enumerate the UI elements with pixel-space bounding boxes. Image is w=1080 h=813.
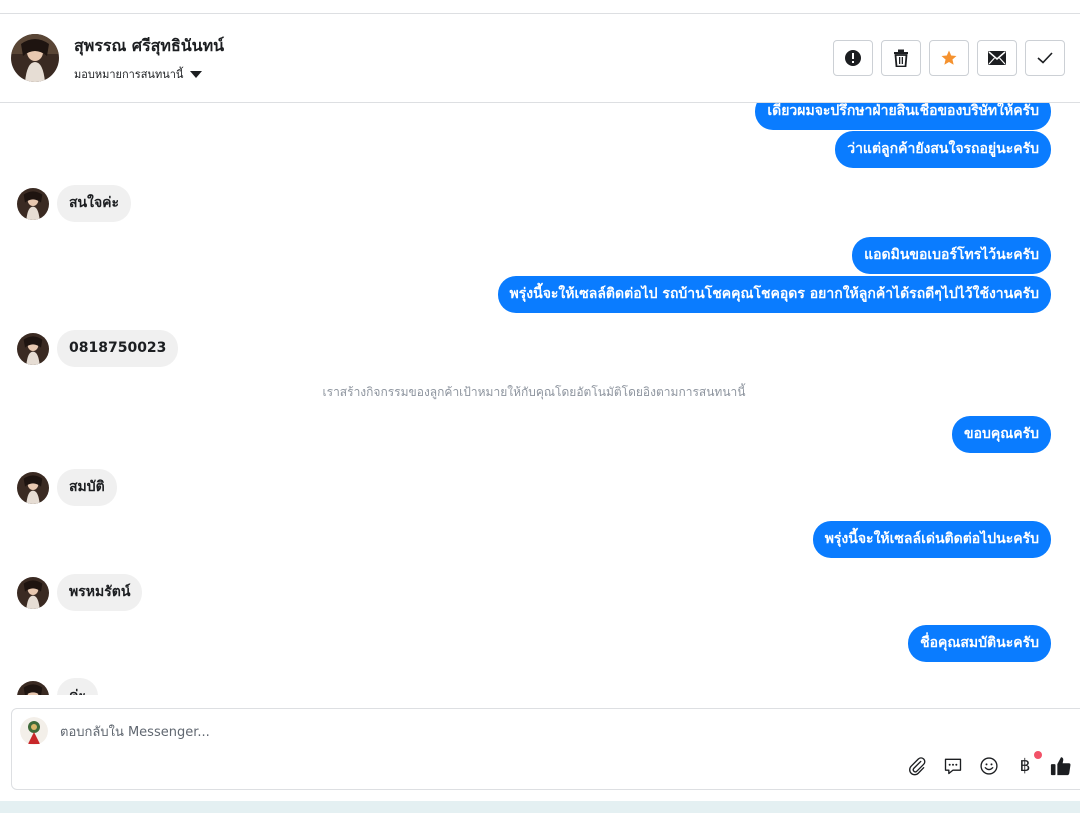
envelope-icon <box>988 51 1006 65</box>
contact-avatar[interactable] <box>11 34 59 82</box>
like-button[interactable] <box>1050 755 1072 777</box>
saved-reply-icon <box>944 758 962 775</box>
thumbs-up-icon <box>1050 757 1071 776</box>
exclamation-circle-icon <box>845 50 861 66</box>
outgoing-message: ชื่อคุณสมบัตินะครับ <box>908 625 1051 662</box>
contact-mini-avatar <box>17 332 49 365</box>
conversation-header: สุพรรณ ศรีสุทธินันทน์ มอบหมายการสนทนานี้ <box>0 14 1080 103</box>
composer-tools: ฿ <box>906 751 1072 777</box>
incoming-message: สมบัติ <box>57 469 117 506</box>
incoming-message-row: 0818750023 <box>17 330 179 367</box>
outgoing-message: เดี๋ยวผมจะปรึกษาฝ่ายสินเชื่อของบริษัทให้… <box>755 103 1051 130</box>
mark-unread-button[interactable] <box>977 40 1017 76</box>
star-button[interactable] <box>929 40 969 76</box>
contact-mini-avatar <box>17 576 49 609</box>
incoming-message: ค่ะ <box>57 678 98 695</box>
reply-input[interactable] <box>60 721 660 743</box>
emoji-icon <box>980 757 998 775</box>
system-notice: เราสร้างกิจกรรมของลูกค้าเป้าหมายให้กับคุ… <box>322 385 746 399</box>
page-avatar <box>20 717 48 745</box>
incoming-message: 0818750023 <box>57 330 179 367</box>
incoming-message-row: สนใจค่ะ <box>17 185 132 222</box>
contact-mini-avatar <box>17 471 49 504</box>
contact-mini-avatar <box>17 187 49 220</box>
incoming-message-row: พรหมรัตน์ <box>17 574 143 611</box>
message-thread[interactable]: เดี๋ยวผมจะปรึกษาฝ่ายสินเชื่อของบริษัทให้… <box>0 103 1080 695</box>
outgoing-message: พรุ่งนี้จะให้เซลล์เด่นติดต่อไปนะครับ <box>812 521 1051 558</box>
incoming-message-row: สมบัติ <box>17 469 117 506</box>
paperclip-icon <box>909 757 926 776</box>
notification-dot <box>1034 751 1042 759</box>
incoming-message: สนใจค่ะ <box>57 185 132 222</box>
delete-button[interactable] <box>881 40 921 76</box>
payment-button[interactable]: ฿ <box>1014 751 1042 777</box>
reply-composer: ฿ <box>11 708 1080 790</box>
contact-mini-avatar <box>17 680 49 695</box>
caret-down-icon <box>190 70 203 78</box>
checkmark-icon <box>1037 52 1053 64</box>
trash-icon <box>894 49 908 67</box>
outgoing-message: แอดมินขอเบอร์โทรไว้นะครับ <box>852 237 1051 274</box>
baht-payment-icon: ฿ <box>1019 756 1031 776</box>
outgoing-message: ว่าแต่ลูกค้ายังสนใจรถอยู่นะครับ <box>835 131 1051 168</box>
outgoing-message: พรุ่งนี้จะให้เซลล์ติดต่อไป รถบ้านโชคคุณโ… <box>497 276 1051 313</box>
emoji-button[interactable] <box>978 755 1000 777</box>
mark-spam-button[interactable] <box>833 40 873 76</box>
saved-reply-button[interactable] <box>942 755 964 777</box>
attach-button[interactable] <box>906 755 928 777</box>
assign-conversation-dropdown[interactable]: มอบหมายการสนทนานี้ <box>74 65 203 83</box>
bottom-strip <box>0 801 1080 813</box>
incoming-message-row: ค่ะ <box>17 678 98 695</box>
contact-name[interactable]: สุพรรณ ศรีสุทธินันทน์ <box>74 34 224 59</box>
assign-label: มอบหมายการสนทนานี้ <box>74 68 184 81</box>
incoming-message: พรหมรัตน์ <box>57 574 143 611</box>
outgoing-message: ขอบคุณครับ <box>952 416 1051 453</box>
star-icon <box>941 50 957 65</box>
header-actions <box>833 40 1065 76</box>
mark-done-button[interactable] <box>1025 40 1065 76</box>
